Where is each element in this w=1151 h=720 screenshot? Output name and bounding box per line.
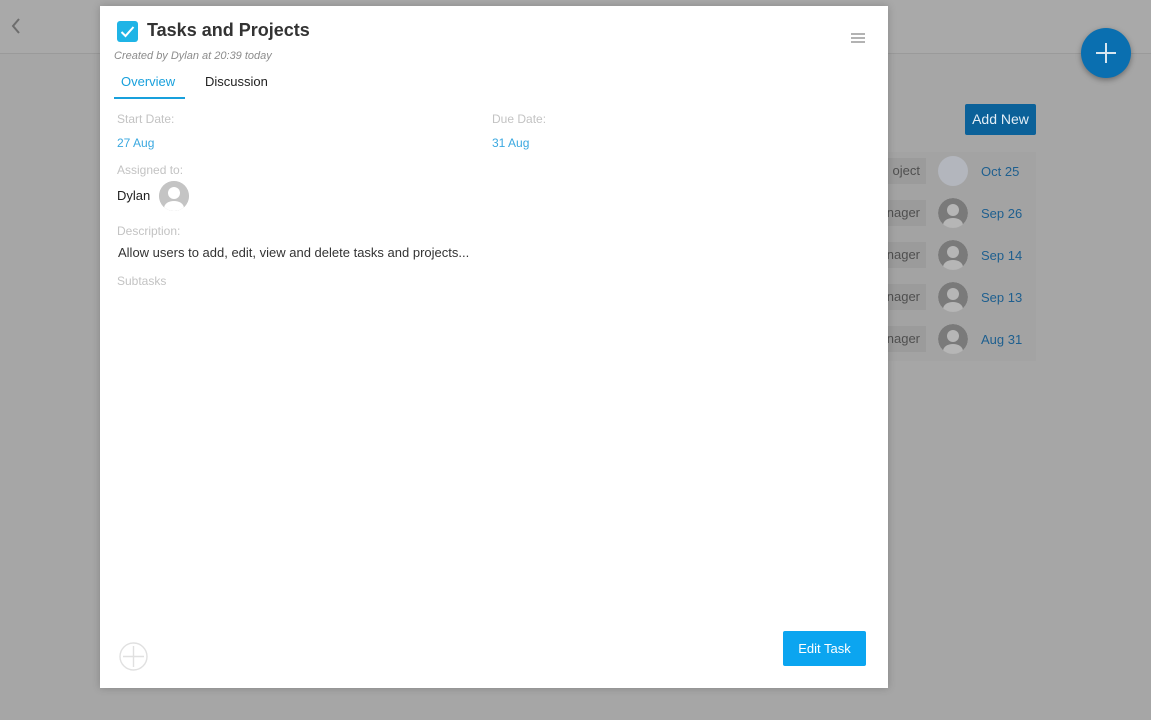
due-date: Oct 25 (981, 164, 1020, 179)
assigned-to-label: Assigned to: (117, 163, 184, 177)
description-text[interactable]: Allow users to add, edit, view and delet… (118, 245, 469, 260)
due-date-value[interactable]: 31 Aug (492, 136, 529, 150)
avatar (938, 198, 968, 228)
created-by-text: Created by Dylan at 20:39 today (114, 50, 272, 62)
task-complete-checkbox[interactable] (117, 21, 138, 42)
add-new-button[interactable]: Add New (965, 104, 1036, 135)
avatar (938, 324, 968, 354)
avatar (938, 282, 968, 312)
avatar (938, 156, 968, 186)
due-date: Aug 31 (981, 332, 1023, 347)
add-circle-icon[interactable] (119, 642, 148, 671)
checkmark-icon (120, 26, 135, 38)
tab-discussion[interactable]: Discussion (205, 74, 268, 89)
add-fab-button[interactable] (1081, 28, 1131, 78)
start-date-value[interactable]: 27 Aug (117, 136, 154, 150)
subtasks-label: Subtasks (117, 274, 167, 288)
due-date: Sep 14 (981, 248, 1023, 263)
active-tab-indicator (114, 97, 185, 99)
due-date: Sep 26 (981, 206, 1023, 221)
edit-task-button[interactable]: Edit Task (783, 631, 866, 666)
tab-overview[interactable]: Overview (121, 74, 175, 89)
description-label: Description: (117, 224, 181, 238)
task-title: Tasks and Projects (147, 20, 310, 40)
chevron-left-icon[interactable] (8, 16, 24, 36)
avatar[interactable] (159, 181, 189, 211)
due-date: Sep 13 (981, 290, 1023, 305)
start-date-label: Start Date: (117, 112, 175, 126)
due-date-label: Due Date: (492, 112, 547, 126)
menu-icon[interactable] (850, 31, 866, 43)
plus-icon (1096, 43, 1116, 63)
task-detail-modal: Tasks and Projects Created by Dylan at 2… (100, 6, 888, 688)
assignee-name[interactable]: Dylan (117, 188, 150, 203)
avatar (938, 240, 968, 270)
